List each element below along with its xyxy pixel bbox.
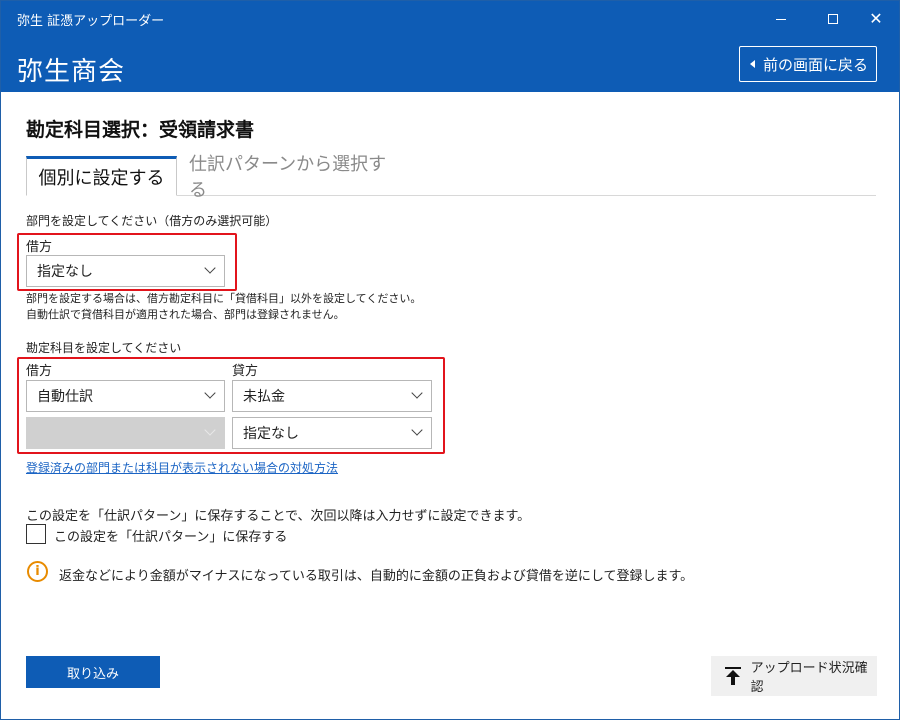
chevron-down-icon (204, 424, 216, 436)
tab-pattern[interactable]: 仕訳パターンから選択する (189, 154, 404, 201)
page-title: 勘定科目選択：受領請求書 (26, 119, 255, 141)
department-note-1: 部門を設定する場合は、借方勘定科目に「貸借科目」以外を設定してください。 (26, 292, 422, 305)
save-pattern-checkbox[interactable] (26, 524, 46, 544)
minimize-icon (776, 18, 786, 20)
info-icon: i (27, 561, 48, 582)
credit-sub-account-value: 指定なし (243, 426, 299, 442)
department-debit-value: 指定なし (37, 264, 93, 280)
info-text: 返金などにより金額がマイナスになっている取引は、自動的に金額の正負および貸借を逆… (59, 569, 694, 584)
tab-bar: 個別に設定する 仕訳パターンから選択する (26, 154, 876, 201)
chevron-down-icon (411, 424, 423, 436)
department-note-2: 自動仕訳で貸借科目が適用された場合、部門は登録されません。 (26, 308, 345, 321)
accounts-debit-label: 借方 (26, 364, 53, 379)
tab-individual[interactable]: 個別に設定する (26, 156, 177, 196)
close-button[interactable]: ✕ (853, 1, 899, 37)
caret-left-icon (750, 60, 755, 68)
close-icon: ✕ (869, 9, 883, 28)
department-debit-label: 借方 (26, 240, 53, 255)
chevron-down-icon (204, 387, 216, 399)
credit-sub-account-select[interactable]: 指定なし (232, 417, 432, 449)
company-name: 弥生商会 (17, 57, 126, 87)
credit-account-select[interactable]: 未払金 (232, 380, 432, 412)
app-window: 弥生 証憑アップローダー ✕ 弥生商会 前の画面に戻る 勘定科目選択：受領請求書… (0, 0, 900, 720)
chevron-down-icon (411, 387, 423, 399)
debit-sub-account-select (26, 417, 225, 449)
department-heading: 部門を設定してください（借方のみ選択可能） (26, 214, 278, 228)
debit-account-value: 自動仕訳 (37, 389, 93, 405)
accounts-heading: 勘定科目を設定してください (26, 341, 182, 355)
back-button[interactable]: 前の画面に戻る (739, 46, 877, 82)
upload-status-button[interactable]: アップロード状況確認 (711, 656, 877, 696)
upload-status-label: アップロード状況確認 (750, 661, 868, 695)
save-pattern-description: この設定を「仕訳パターン」に保存することで、次回以降は入力せずに設定できます。 (26, 509, 531, 524)
help-link[interactable]: 登録済みの部門または科目が表示されない場合の対処方法 (26, 459, 338, 476)
upload-icon (725, 667, 741, 685)
import-button[interactable]: 取り込み (26, 656, 160, 688)
debit-account-select[interactable]: 自動仕訳 (26, 380, 225, 412)
chevron-down-icon (204, 262, 216, 274)
maximize-icon (828, 14, 838, 24)
maximize-button[interactable] (810, 1, 856, 37)
window-title: 弥生 証憑アップローダー (17, 14, 165, 29)
credit-account-value: 未払金 (243, 389, 285, 405)
department-debit-select[interactable]: 指定なし (26, 255, 225, 287)
accounts-credit-label: 貸方 (232, 364, 259, 379)
title-bar: 弥生 証憑アップローダー ✕ (1, 1, 899, 37)
save-pattern-label[interactable]: この設定を「仕訳パターン」に保存する (54, 526, 287, 545)
app-header: 弥生商会 前の画面に戻る (1, 37, 899, 92)
minimize-button[interactable] (758, 1, 804, 37)
back-button-label: 前の画面に戻る (763, 55, 869, 74)
